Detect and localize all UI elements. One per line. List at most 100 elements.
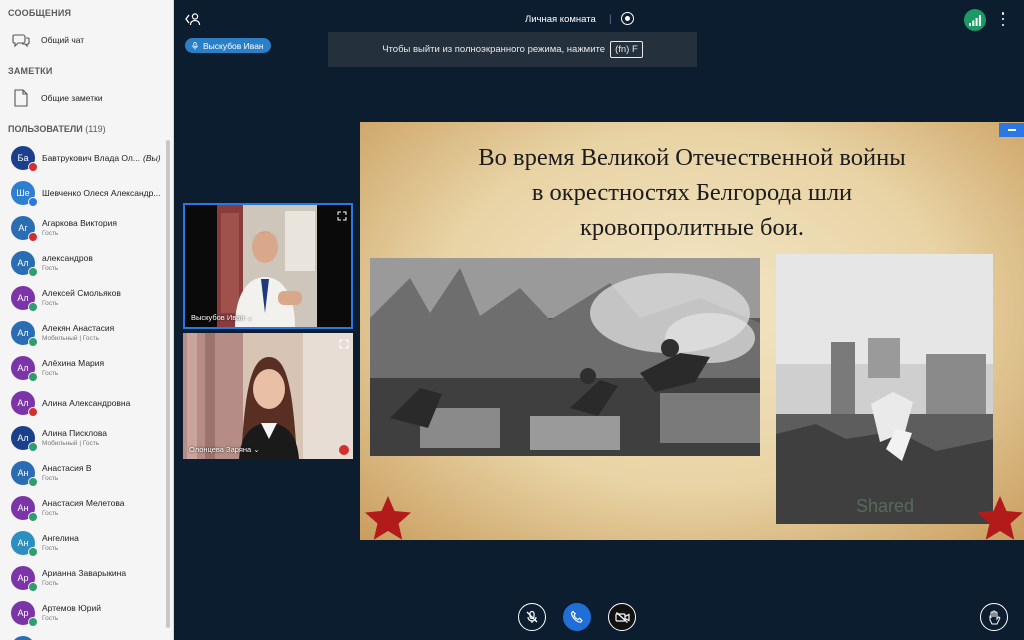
minimize-icon	[1007, 129, 1016, 131]
avatar-initials: Ан	[17, 502, 29, 513]
user-name: Анастасия В	[42, 463, 166, 473]
user-list-item[interactable]: Ал Алина Писклова Мобильный | Гость	[0, 420, 166, 455]
user-list-item[interactable]: Ар Артемов Юрий Гость	[0, 595, 166, 630]
webcam-video	[183, 333, 353, 459]
user-name-text: Алина Писклова	[42, 428, 108, 438]
user-name: Алина Александровна	[42, 398, 166, 408]
watermark: Shared	[856, 496, 915, 516]
user-info: Алина Александровна	[42, 398, 166, 408]
sidebar: СООБЩЕНИЯ Общий чат ЗАМЕТКИ Общие заметк…	[0, 0, 174, 640]
user-list-item[interactable]: Ал Алексей Смольяков Гость	[0, 280, 166, 315]
avatar: Ал	[11, 250, 38, 277]
user-info: Анастасия В Гость	[42, 463, 166, 482]
talking-indicator[interactable]: Выскубов Иван	[185, 38, 271, 53]
webcam-user-name: Олонцева Заряна ⌄	[189, 445, 260, 454]
user-name-text: Анастасия Мелетова	[42, 498, 125, 508]
public-chat-item[interactable]: Общий чат	[0, 22, 173, 58]
main-area: Личная комната | Выскубов Иван Чтобы вый…	[175, 0, 1024, 640]
user-name-text: Ангелина	[42, 533, 79, 543]
avatar-initials: Ал	[17, 397, 29, 408]
toggle-user-list-button[interactable]	[185, 12, 201, 26]
user-info: Анастасия Мелетова Гость	[42, 498, 166, 517]
listen-only-icon	[28, 616, 38, 627]
chat-icon	[10, 29, 32, 51]
avatar: Ал	[11, 425, 38, 452]
avatar-initials: Аг	[18, 222, 28, 233]
user-list-item[interactable]: Ар Арианна Заварыкина Гость	[0, 560, 166, 595]
muted-microphone-icon	[339, 445, 349, 455]
user-name: Шевченко Олеся Александр...	[42, 188, 166, 198]
user-name-text: Алина Александровна	[42, 397, 131, 408]
user-role: Гость	[42, 230, 59, 237]
users-section-title: ПОЛЬЗОВАТЕЛИ (119)	[0, 116, 173, 142]
raise-hand-button[interactable]	[980, 603, 1008, 631]
user-list-item[interactable]: АрАрсур	[0, 630, 166, 640]
users-title-label: ПОЛЬЗОВАТЕЛИ	[8, 124, 83, 134]
expand-icon[interactable]	[339, 336, 349, 349]
user-list-item[interactable]: Ал александров Гость	[0, 245, 166, 280]
presentation-slide[interactable]: Во время Великой Отечественной войны в о…	[360, 122, 1024, 540]
webcam-user-name: Выскубов Иван ⌄	[191, 313, 253, 322]
slide-title-line: в окрестностях Белгорода шли	[531, 179, 853, 206]
webcam-tile[interactable]: Олонцева Заряна ⌄	[183, 333, 353, 459]
listen-only-icon	[28, 476, 38, 487]
user-name-text: александров	[42, 253, 93, 263]
fullscreen-notice: Чтобы выйти из полноэкранного режима, на…	[328, 32, 697, 67]
public-chat-label: Общий чат	[41, 35, 85, 45]
video-camera-off-icon	[614, 611, 630, 623]
user-list-item[interactable]: Ба Бавтрукович Влада Ол... (Вы)	[0, 140, 166, 175]
user-info: Алёхина Мария Гость	[42, 358, 166, 377]
record-button[interactable]	[621, 12, 634, 25]
minimize-presentation-button[interactable]	[999, 123, 1024, 137]
avatar: Ар	[11, 635, 35, 640]
user-name: Анастасия Мелетова	[42, 498, 166, 508]
users-count: (119)	[85, 124, 106, 134]
avatar-initials: Ан	[17, 467, 29, 478]
audio-phone-button[interactable]	[563, 603, 591, 631]
user-info: александров Гость	[42, 253, 166, 272]
room-title: Личная комната	[525, 14, 596, 25]
microphone-muted-icon	[526, 610, 538, 623]
webcam-user-name-text: Выскубов Иван	[191, 313, 245, 322]
user-list-item[interactable]: Ан Анастасия Мелетова Гость	[0, 490, 166, 525]
user-role: Гость	[42, 580, 59, 587]
expand-icon[interactable]	[337, 208, 347, 221]
war-photo-soldiers	[370, 258, 760, 456]
user-list: Ба Бавтрукович Влада Ол... (Вы) Ше Шевченко …	[0, 140, 166, 640]
user-role: Гость	[42, 510, 59, 517]
user-name-text: Анастасия В	[42, 463, 92, 473]
shared-notes-item[interactable]: Общие заметки	[0, 80, 173, 116]
user-name: Алина Писклова	[42, 428, 166, 438]
avatar: Ба	[11, 145, 38, 172]
user-list-item[interactable]: Ал Алекян Анастасия Мобильный | Гость	[0, 315, 166, 350]
fullscreen-notice-text: Чтобы выйти из полноэкранного режима, на…	[382, 44, 606, 55]
user-list-item[interactable]: Ше Шевченко Олеся Александр...	[0, 175, 166, 210]
hand-icon	[989, 610, 1001, 624]
webcam-video	[185, 205, 351, 327]
avatar-initials: Ал	[17, 362, 29, 373]
avatar-initials: Ан	[17, 537, 29, 548]
user-list-item[interactable]: Ан Ангелина Гость	[0, 525, 166, 560]
user-list-item[interactable]: Ал Алёхина Мария Гость	[0, 350, 166, 385]
webcam-tile[interactable]: Выскубов Иван ⌄	[183, 203, 353, 329]
user-list-item[interactable]: Ал Алина Александровна	[0, 385, 166, 420]
user-list-item[interactable]: Аг Агаркова Виктория Гость	[0, 210, 166, 245]
more-options-icon[interactable]	[1000, 12, 1006, 26]
avatar-initials: Ал	[17, 292, 29, 303]
user-name-text: Агаркова Виктория	[42, 218, 117, 228]
user-name-text: Артемов Юрий	[42, 603, 101, 613]
user-name: Ангелина	[42, 533, 166, 543]
user-list-scrollbar[interactable]	[166, 140, 170, 628]
phone-icon	[570, 610, 583, 623]
avatar: Ал	[11, 285, 38, 312]
user-info: Алина Писклова Мобильный | Гость	[42, 428, 166, 447]
user-list-item[interactable]: Ан Анастасия В Гость	[0, 455, 166, 490]
mute-button[interactable]	[518, 603, 546, 631]
webcam-button[interactable]	[608, 603, 636, 631]
avatar-initials: Ба	[17, 152, 29, 163]
connection-status-icon[interactable]	[964, 9, 986, 31]
user-role: Гость	[42, 615, 59, 622]
user-name-text: Алёхина Мария	[42, 358, 105, 368]
avatar: Ал	[11, 355, 38, 382]
messages-section-title: СООБЩЕНИЯ	[8, 8, 72, 18]
